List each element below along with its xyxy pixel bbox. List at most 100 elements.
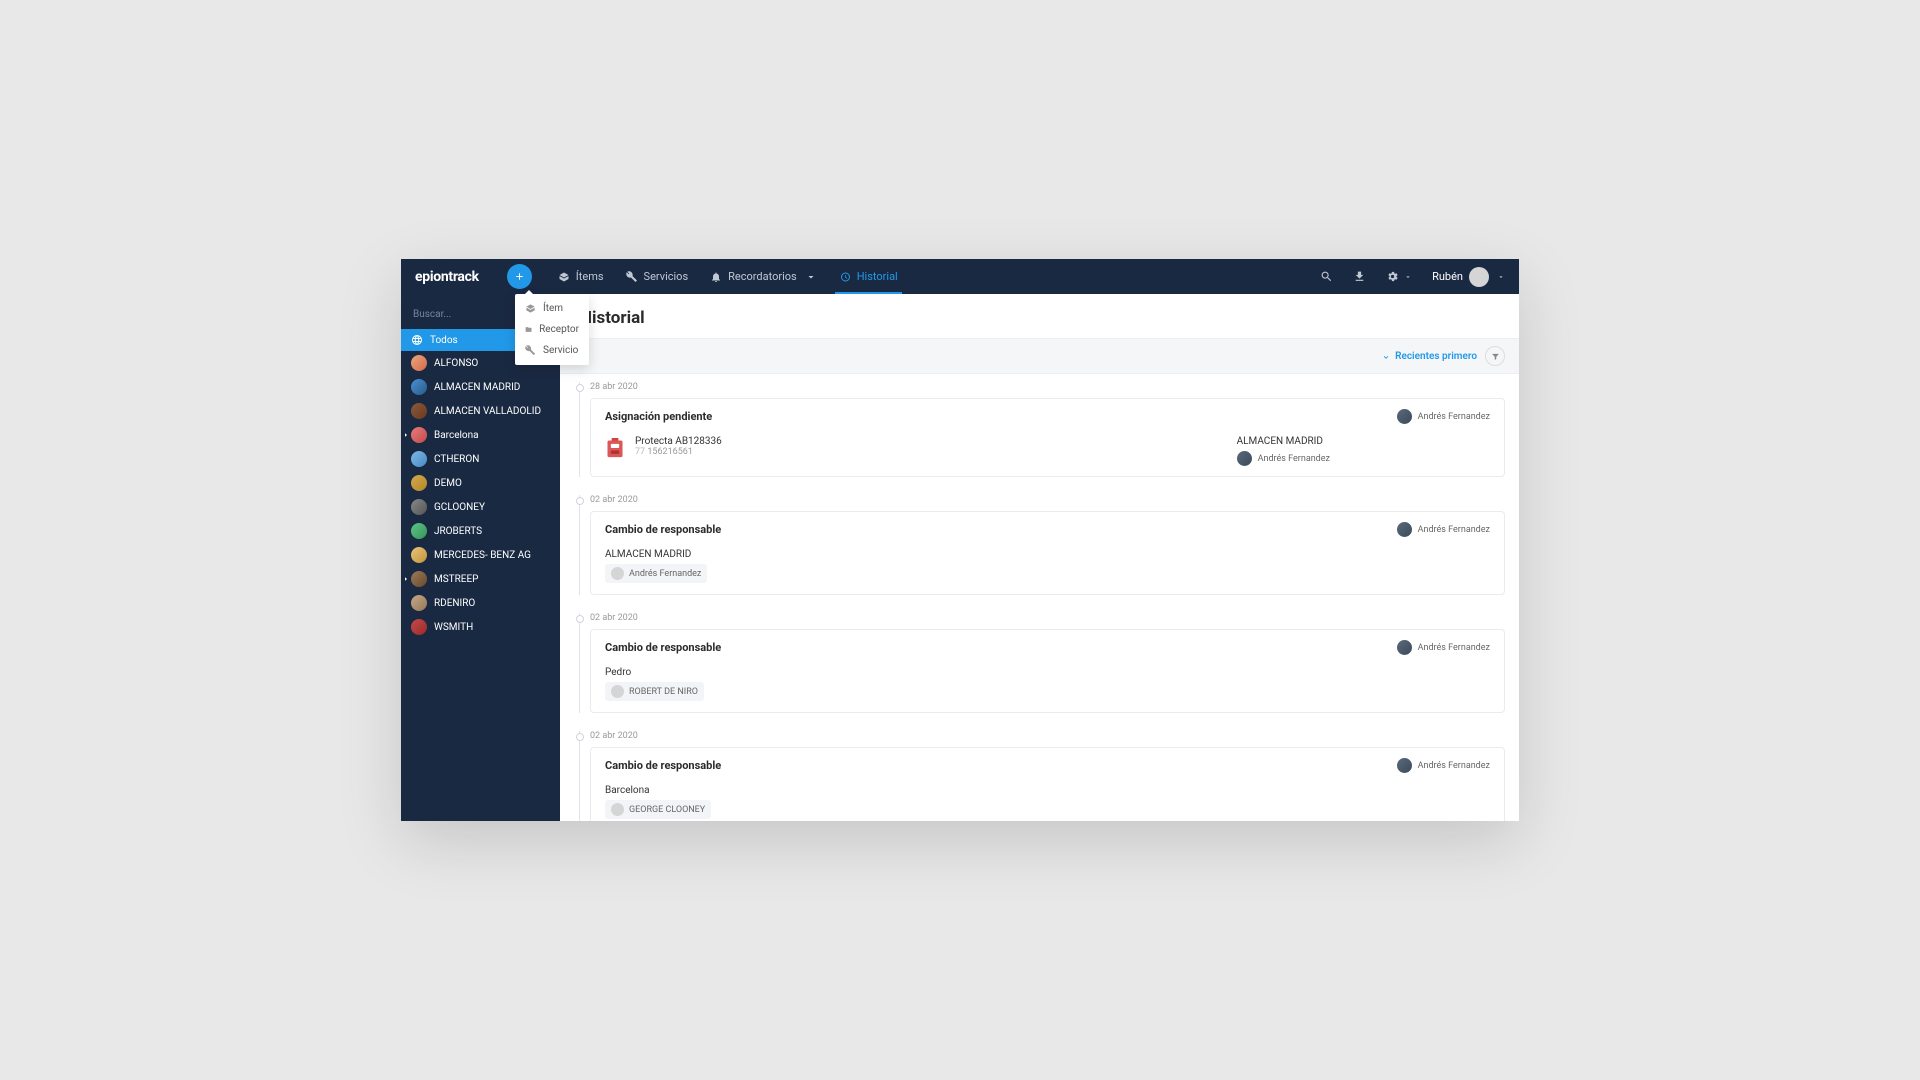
chevron-down-icon [1404,273,1412,281]
sidebar-item[interactable]: WSMITH [401,615,560,639]
card-title: Cambio de responsable [605,759,721,772]
topbar: epiontrack Ítems Servicios Recordatorios… [401,259,1519,294]
sort-button[interactable]: Recientes primero [1381,351,1477,362]
sidebar-item[interactable]: RDENIRO [401,591,560,615]
page-title: Historial [560,294,1519,338]
card-author: Andrés Fernandez [1397,409,1490,424]
sidebar-item-label: ALMACEN VALLADOLID [434,406,541,417]
history-card[interactable]: Cambio de responsable Andrés Fernandez P… [590,629,1505,713]
location-label: ALMACEN MADRID [605,549,1490,560]
author-name: Andrés Fernandez [1418,412,1490,422]
folder-icon [525,324,532,335]
sidebar-item-label: WSMITH [434,622,473,633]
wrench-icon [525,345,536,356]
nav-items[interactable]: Ítems [558,259,604,294]
user-menu[interactable]: Rubén [1432,267,1505,287]
app-window: epiontrack Ítems Servicios Recordatorios… [401,259,1519,821]
chip-label: GEORGE CLOONEY [629,805,705,815]
add-button[interactable] [507,264,532,289]
sidebar-item-label: JROBERTS [434,526,482,537]
avatar [1469,267,1489,287]
filter-button[interactable] [1485,346,1505,366]
avatar [611,685,624,698]
sidebar-item-label: Barcelona [434,430,479,441]
sidebar-item[interactable]: MERCEDES- BENZ AG [401,543,560,567]
arrow-down-icon [1381,351,1391,361]
timeline-date: 02 abr 2020 [590,605,1505,629]
sidebar-item[interactable]: CTHERON [401,447,560,471]
avatar [411,571,427,587]
avatar [1397,640,1412,655]
timeline: 28 abr 2020 Asignación pendiente Andrés … [560,374,1519,821]
card-header: Cambio de responsable Andrés Fernandez [605,758,1490,773]
main-nav: Ítems Servicios Recordatorios Historial [558,259,898,294]
card-body: Pedro ROBERT DE NIRO [605,667,1490,702]
box-icon [525,303,536,314]
timeline-section: 02 abr 2020 Cambio de responsable Andrés… [574,723,1505,821]
user-name: Andrés Fernandez [1258,454,1330,464]
author-name: Andrés Fernandez [1418,525,1490,535]
history-icon [839,271,851,283]
avatar [411,523,427,539]
avatar [411,451,427,467]
option-label: Receptor [539,324,579,335]
avatar [411,355,427,371]
sidebar-item[interactable]: MSTREEP [401,567,560,591]
topbar-actions: Rubén [1320,267,1505,287]
user-chip: ROBERT DE NIRO [605,682,704,701]
sidebar-item[interactable]: DEMO [401,471,560,495]
nav-label: Servicios [644,270,689,283]
timeline-date: 28 abr 2020 [590,374,1505,398]
add-receiver-option[interactable]: Receptor [515,319,589,340]
backpack-icon [605,436,625,460]
timeline-section: 02 abr 2020 Cambio de responsable Andrés… [574,605,1505,713]
timeline-section: 02 abr 2020 Cambio de responsable Andrés… [574,487,1505,595]
chevron-down-icon [1497,273,1505,281]
sidebar-item-label: RDENIRO [434,598,475,609]
sidebar-item[interactable]: GCLOONEY [401,495,560,519]
avatar [411,379,427,395]
avatar [411,547,427,563]
body: Todos ALFONSO ALMACEN MADRID ALMACEN VAL… [401,294,1519,821]
add-service-option[interactable]: Servicio [515,340,589,361]
history-card[interactable]: Cambio de responsable Andrés Fernandez A… [590,511,1505,595]
sidebar-item[interactable]: ALMACEN VALLADOLID [401,399,560,423]
brand-logo: epiontrack [415,269,479,285]
avatar [611,567,624,580]
nav-history[interactable]: Historial [839,259,898,294]
download-icon[interactable] [1353,270,1366,283]
card-header: Asignación pendiente Andrés Fernandez [605,409,1490,424]
add-item-option[interactable]: Ítem [515,298,589,319]
user-chip: Andrés Fernandez [605,564,707,583]
sidebar-item[interactable]: Barcelona [401,423,560,447]
sidebar: Todos ALFONSO ALMACEN MADRID ALMACEN VAL… [401,294,560,821]
avatar [411,427,427,443]
caret-right-icon [403,576,409,582]
user-name: Rubén [1432,270,1463,283]
sidebar-item[interactable]: JROBERTS [401,519,560,543]
main-content: Historial Recientes primero 28 abr 2020 … [560,294,1519,821]
sort-label: Recientes primero [1395,351,1477,362]
plus-icon [514,271,525,282]
location-label: ALMACEN MADRID [1237,436,1330,447]
history-card[interactable]: Asignación pendiente Andrés Fernandez Pr… [590,398,1505,477]
avatar [411,595,427,611]
item-code: 77 156216561 [635,447,722,457]
globe-icon [411,334,423,346]
nav-label: Recordatorios [728,270,797,283]
sidebar-list: Todos ALFONSO ALMACEN MADRID ALMACEN VAL… [401,329,560,639]
assignment-block: ALMACEN MADRID Andrés Fernandez [1237,436,1330,466]
nav-services[interactable]: Servicios [626,259,689,294]
nav-reminders[interactable]: Recordatorios [710,259,817,294]
sidebar-item-label: GCLOONEY [434,502,485,513]
sidebar-item[interactable]: ALMACEN MADRID [401,375,560,399]
avatar [611,803,624,816]
history-card[interactable]: Cambio de responsable Andrés Fernandez B… [590,747,1505,821]
sidebar-item-label: CTHERON [434,454,479,465]
avatar [411,619,427,635]
search-icon[interactable] [1320,270,1333,283]
settings-menu[interactable] [1386,270,1412,283]
sidebar-item-label: Todos [430,335,458,346]
card-header: Cambio de responsable Andrés Fernandez [605,640,1490,655]
timeline-date: 02 abr 2020 [590,487,1505,511]
